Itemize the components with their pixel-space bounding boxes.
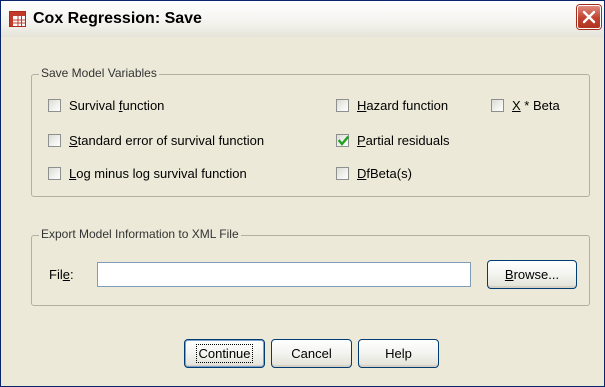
help-button[interactable]: Help xyxy=(358,339,439,368)
checkbox-label: Partial residuals xyxy=(357,132,450,148)
checkbox-box[interactable] xyxy=(48,166,61,180)
checkbox-box[interactable] xyxy=(48,133,61,147)
standard-error-survival-checkbox[interactable]: Standard error of survival function xyxy=(48,130,264,150)
export-xml-legend: Export Model Information to XML File xyxy=(39,227,241,241)
file-label: File: xyxy=(49,267,74,282)
continue-button-label: Continue xyxy=(196,344,253,363)
window-title: Cox Regression: Save xyxy=(33,10,202,27)
x-beta-checkbox[interactable]: X * Beta xyxy=(491,95,560,115)
checkbox-box[interactable] xyxy=(491,98,504,112)
cox-regression-save-dialog: Cox Regression: Save Save Model Variable… xyxy=(0,0,605,387)
close-icon xyxy=(582,10,596,24)
close-button[interactable] xyxy=(577,5,601,29)
dfbeta-checkbox[interactable]: DfBeta(s) xyxy=(336,163,412,183)
log-minus-log-checkbox[interactable]: Log minus log survival function xyxy=(48,163,247,183)
checkbox-box[interactable] xyxy=(336,133,350,147)
browse-button-label: Browse... xyxy=(504,267,560,282)
checkbox-label: DfBeta(s) xyxy=(357,165,412,181)
spss-table-icon xyxy=(9,11,26,27)
checkbox-label: Hazard function xyxy=(357,97,449,113)
continue-button[interactable]: Continue xyxy=(184,339,265,368)
survival-function-checkbox[interactable]: Survival function xyxy=(48,95,164,115)
title-bar[interactable]: Cox Regression: Save xyxy=(1,1,604,37)
save-model-variables-legend: Save Model Variables xyxy=(39,66,159,80)
hazard-function-checkbox[interactable]: Hazard function xyxy=(336,95,448,115)
checkbox-box[interactable] xyxy=(48,98,61,112)
file-path-input[interactable] xyxy=(97,262,471,287)
checkbox-box[interactable] xyxy=(336,98,349,112)
partial-residuals-checkbox[interactable]: Partial residuals xyxy=(336,130,450,150)
browse-button[interactable]: Browse... xyxy=(487,260,577,289)
checkbox-box[interactable] xyxy=(336,166,349,180)
cancel-button-label: Cancel xyxy=(291,346,332,361)
checkbox-label: Standard error of survival function xyxy=(69,132,265,148)
checkbox-label: Log minus log survival function xyxy=(69,165,247,181)
checkbox-label: Survival function xyxy=(69,97,165,113)
cancel-button[interactable]: Cancel xyxy=(271,339,352,368)
help-button-label: Help xyxy=(385,346,412,361)
checkbox-label: X * Beta xyxy=(512,97,560,113)
checkmark-icon xyxy=(337,135,350,146)
